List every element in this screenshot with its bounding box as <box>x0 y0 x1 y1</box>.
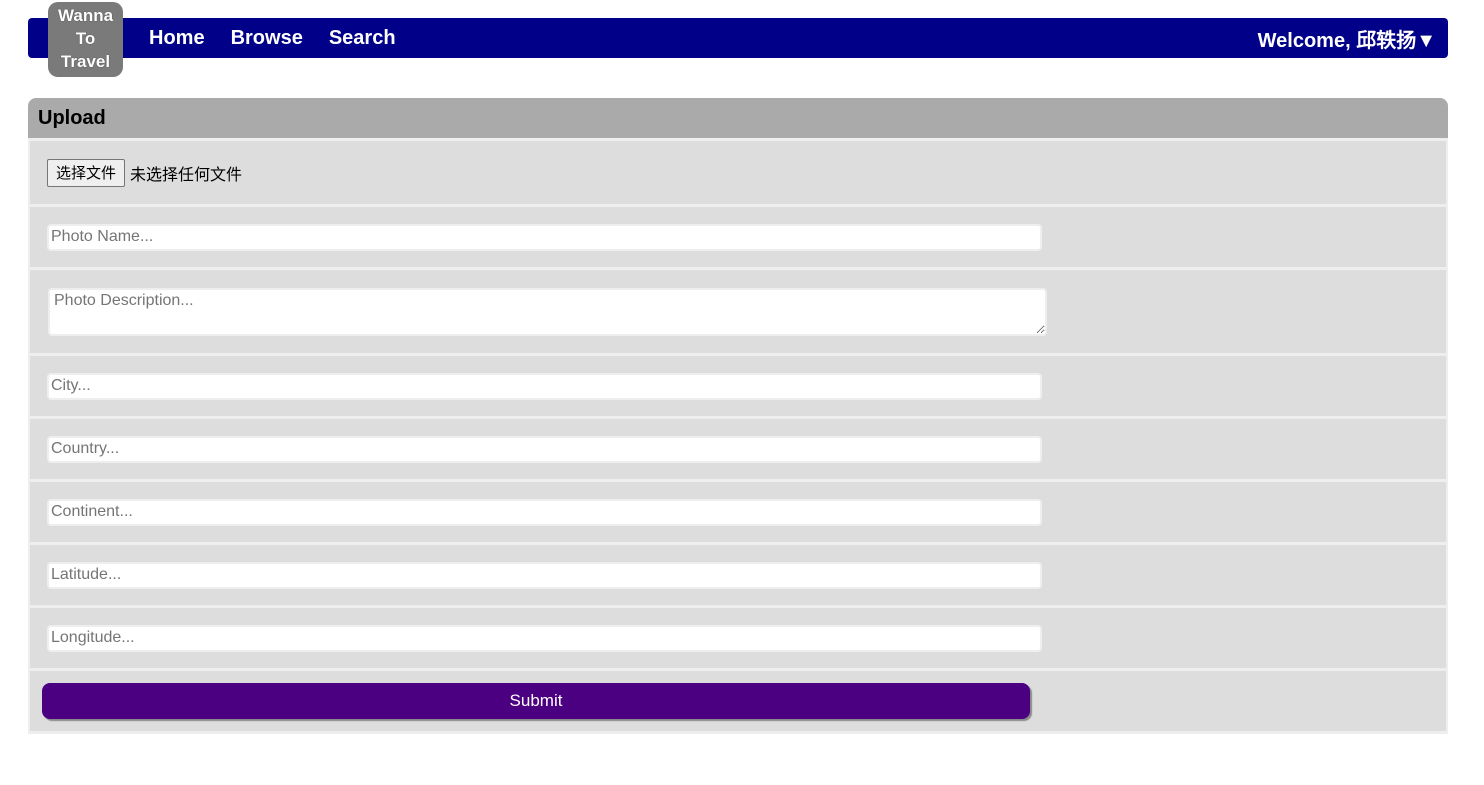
nav-links: Home Browse Search <box>149 18 422 58</box>
continent-input[interactable] <box>47 498 1042 526</box>
photo-name-input[interactable] <box>47 223 1042 251</box>
submit-button[interactable]: Submit <box>42 683 1030 719</box>
nav-browse-link[interactable]: Browse <box>231 27 303 50</box>
upload-panel-title: Upload <box>28 98 1448 138</box>
logo-line-1: Wanna <box>57 6 114 25</box>
photo-description-row <box>28 270 1448 356</box>
longitude-input[interactable] <box>47 624 1042 652</box>
submit-row: Submit <box>28 671 1448 734</box>
upload-panel: Upload 选择文件 未选择任何文件 Submit <box>28 98 1448 734</box>
nav-home-link[interactable]: Home <box>149 27 205 50</box>
file-status-text: 未选择任何文件 <box>130 164 243 184</box>
photo-name-row <box>28 207 1448 270</box>
user-menu-dropdown[interactable]: Welcome, 邱轶扬▼ <box>1258 18 1436 58</box>
nav-search-link[interactable]: Search <box>329 27 396 50</box>
city-input[interactable] <box>47 372 1042 400</box>
choose-file-button[interactable]: 选择文件 <box>47 158 126 187</box>
longitude-row <box>28 608 1448 671</box>
logo-line-3: Travel <box>60 52 111 71</box>
logo-line-2: To <box>75 29 96 48</box>
country-input[interactable] <box>47 435 1042 463</box>
site-logo[interactable]: Wanna To Travel <box>48 2 123 77</box>
photo-description-textarea[interactable] <box>48 287 1047 336</box>
file-picker-row: 选择文件 未选择任何文件 <box>28 138 1448 207</box>
continent-row <box>28 482 1448 545</box>
country-row <box>28 419 1448 482</box>
latitude-input[interactable] <box>47 561 1042 589</box>
latitude-row <box>28 545 1448 608</box>
city-row <box>28 356 1448 419</box>
